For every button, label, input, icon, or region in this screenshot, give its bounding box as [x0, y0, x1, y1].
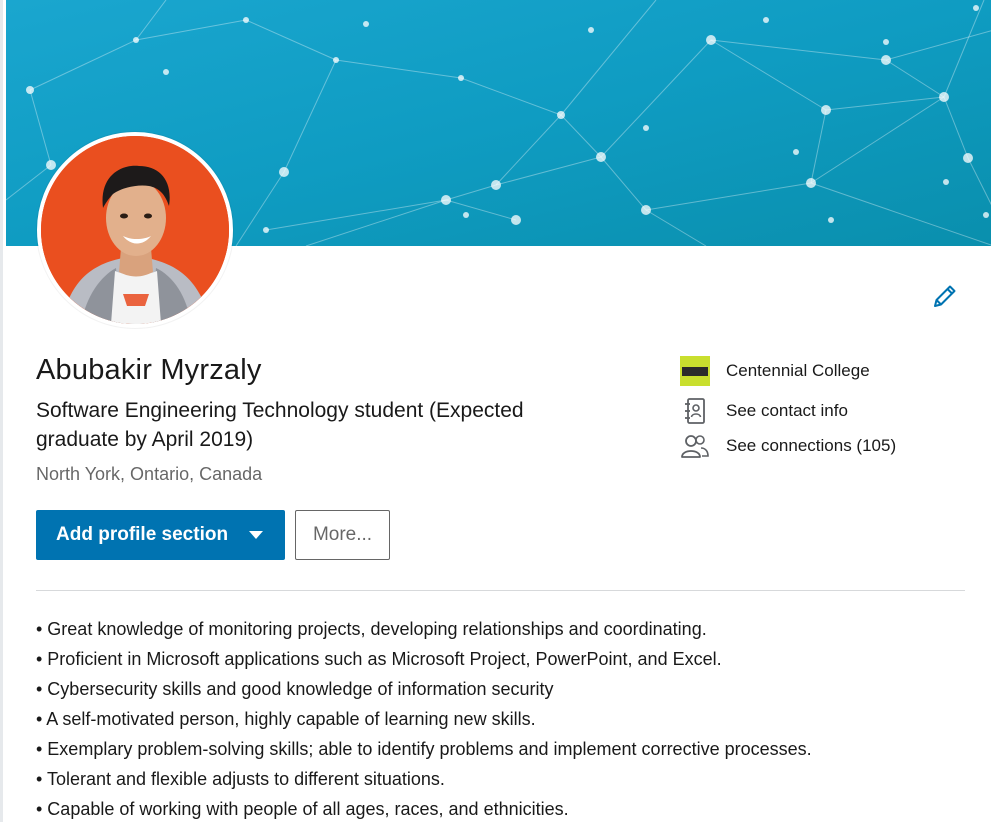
profile-card: Abubakir Myrzaly Software Engineering Te… [0, 0, 991, 822]
add-profile-section-button[interactable]: Add profile section [36, 510, 285, 560]
about-summary-list: • Great knowledge of monitoring projects… [36, 614, 966, 824]
profile-headline: Software Engineering Technology student … [36, 399, 524, 451]
contact-card-icon [680, 396, 710, 426]
college-logo [680, 356, 710, 386]
list-item: • Proficient in Microsoft applications s… [36, 649, 722, 669]
profile-name: Abubakir Myrzaly [36, 354, 262, 386]
college-logo-bar [682, 367, 708, 376]
list-item: • Capable of working with people of all … [36, 799, 569, 819]
caret-down-icon [249, 531, 263, 539]
connections-label: See connections (105) [726, 436, 897, 455]
pencil-icon [934, 285, 956, 307]
list-item: • Great knowledge of monitoring projects… [36, 619, 707, 639]
contact-card-icon-svg [685, 398, 705, 424]
more-button-label: More... [312, 524, 373, 545]
profile-location: North York, Ontario, Canada [36, 464, 263, 484]
college-logo-mark [680, 356, 710, 386]
people-icon [680, 431, 710, 461]
more-button[interactable]: More... [295, 510, 390, 560]
list-item: • Tolerant and flexible adjusts to diffe… [36, 769, 445, 789]
profile-photo[interactable] [37, 132, 233, 328]
education-link[interactable]: Centennial College [680, 355, 870, 387]
contact-info-link[interactable]: See contact info [680, 395, 848, 427]
connections-link[interactable]: See connections (105) [680, 430, 896, 462]
list-item: • Cybersecurity skills and good knowledg… [36, 679, 554, 699]
education-label: Centennial College [726, 361, 870, 380]
list-item: • Exemplary problem-solving skills; able… [36, 739, 812, 759]
edit-intro-button[interactable] [929, 280, 961, 312]
list-item: • A self-motivated person, highly capabl… [36, 709, 536, 729]
profile-photo-image [41, 136, 229, 324]
section-divider [36, 590, 965, 591]
add-profile-section-label: Add profile section [56, 524, 229, 545]
people-icon-svg [681, 435, 709, 458]
contact-info-label: See contact info [726, 401, 848, 420]
